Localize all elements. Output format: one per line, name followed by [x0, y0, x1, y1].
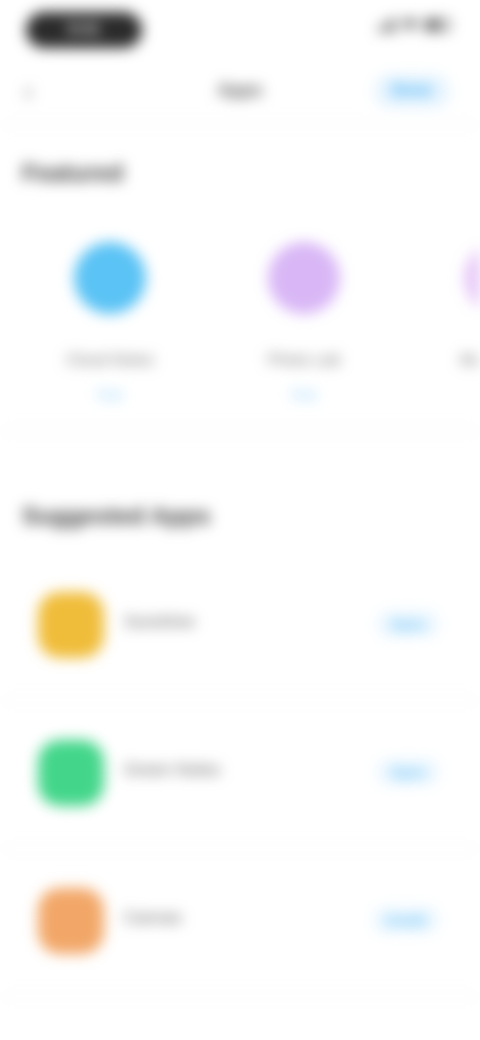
battery-icon: [424, 19, 450, 31]
feature-title: Mu: [460, 352, 480, 369]
app-name: Green Notes: [124, 760, 221, 779]
screen: 9:41 ‹ Apps Done Featured Cloud Notes Fr…: [0, 0, 480, 1040]
done-button[interactable]: Done: [374, 74, 450, 108]
status-time: 9:41: [26, 12, 142, 48]
list-item[interactable]: Canvas Install: [0, 848, 480, 997]
app-icon: [38, 592, 104, 658]
feature-card[interactable]: Cloud Notes Free: [20, 210, 200, 402]
feature-card[interactable]: Mu: [408, 210, 480, 370]
feature-title: Photo Lab: [267, 352, 341, 369]
list-item[interactable]: Sunshine Open: [0, 552, 480, 701]
feature-card[interactable]: Photo Lab Free: [214, 210, 394, 402]
feature-meta: Free: [291, 388, 317, 402]
feature-icon: [268, 242, 340, 314]
featured-carousel[interactable]: Cloud Notes Free Photo Lab Free Mu: [0, 210, 480, 431]
list-item[interactable]: Green Notes Open: [0, 700, 480, 849]
feature-icon: [74, 242, 146, 314]
top-nav: ‹ Apps Done: [0, 60, 480, 125]
featured-heading: Featured: [22, 160, 124, 187]
feature-meta: Free: [97, 388, 123, 402]
open-button[interactable]: Open: [376, 758, 440, 786]
app-name: Canvas: [124, 908, 182, 927]
wifi-icon: [402, 19, 418, 31]
feature-icon: [464, 242, 480, 314]
status-icons: [378, 18, 450, 32]
app-icon: [38, 888, 104, 954]
open-button[interactable]: Open: [376, 610, 440, 638]
status-bar: 9:41: [0, 0, 480, 60]
feature-title: Cloud Notes: [65, 352, 155, 369]
install-button[interactable]: Install: [371, 906, 440, 934]
signal-icon: [378, 18, 396, 32]
app-name: Sunshine: [124, 612, 195, 631]
suggested-heading: Suggested Apps: [22, 503, 211, 530]
app-icon: [38, 740, 104, 806]
